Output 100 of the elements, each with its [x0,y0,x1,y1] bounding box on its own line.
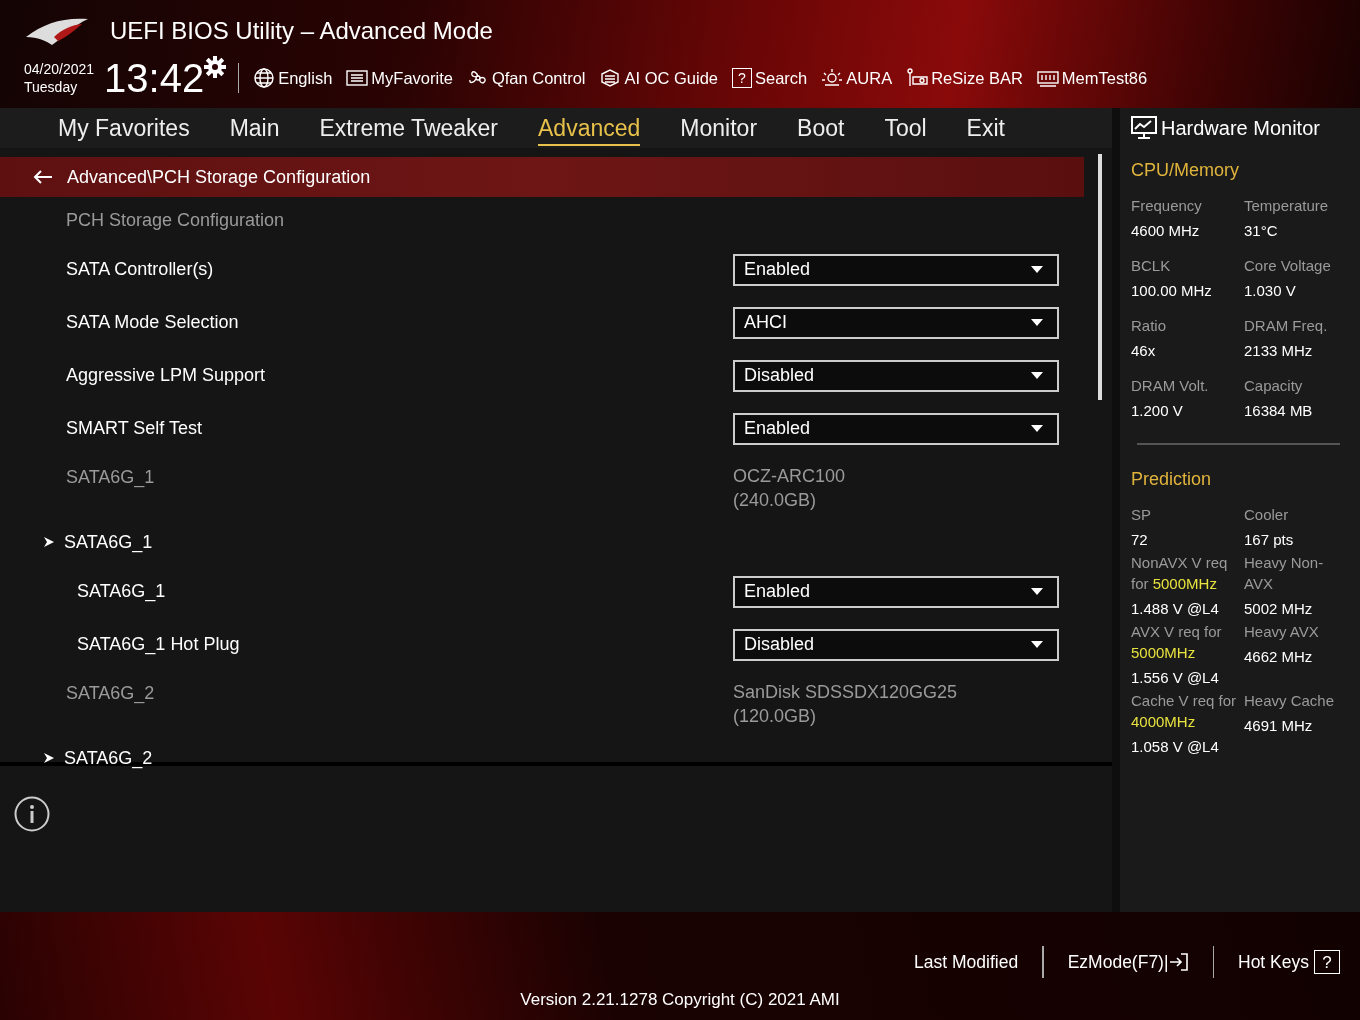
metric-value: 100.00 MHz [1131,282,1213,299]
submenu-link[interactable]: SATA6G_2 [44,747,153,769]
date-text: 04/20/2021 [24,60,95,78]
metric-value: 4691 MHz [1244,717,1314,734]
metric-value: 1.058 V @L4 [1131,738,1220,755]
day-text: Tuesday [24,78,79,96]
menu-tab[interactable]: Exit [966,110,1005,146]
caret-icon [1031,425,1043,432]
metric-label: AVX V req for 5000MHz [1131,622,1223,663]
version-text: Version 2.21.1278 Copyright (C) 2021 AMI [520,990,840,1010]
caret-icon [1031,372,1043,379]
setting-label: Aggressive LPM Support [66,365,267,386]
toolbar-button[interactable]: Qfan Control [466,68,586,88]
metric-value: 16384 MB [1244,402,1314,419]
menu-tab[interactable]: My Favorites [58,110,190,146]
menu-tab[interactable]: Extreme Tweaker [319,110,499,146]
caret-icon [1031,319,1043,326]
setting-label: SATA Mode Selection [66,312,240,333]
toolbar-button[interactable]: MemTest86 [1036,68,1148,88]
caret-icon [1031,588,1043,595]
metric-value: 4662 MHz [1244,648,1314,665]
metric-label: Cache V req for 4000MHz [1131,691,1237,732]
menu-tab[interactable]: Boot [797,110,845,146]
setting-label: SATA6G_1 Hot Plug [77,634,241,655]
metric-label: Frequency [1131,196,1203,216]
metric-value: 1.556 V @L4 [1131,669,1220,686]
drive-info: (120.0GB) [733,705,818,728]
ez-mode-button[interactable]: EzMode(F7)| [1067,951,1189,973]
hot-keys-button[interactable]: Hot Keys ? [1238,950,1340,974]
toolbar-button[interactable]: AURA [821,68,893,88]
setting-label: SATA6G_1 [66,467,156,488]
drive-info: SanDisk SDSSDX120GG25 [733,681,959,704]
metric-label: Cooler [1244,505,1290,525]
list-icon [346,68,369,88]
memory-icon [1036,68,1059,88]
setting-label: SMART Self Test [66,418,204,439]
breadcrumb-bar[interactable]: Advanced\PCH Storage Configuration [0,157,1084,197]
metric-value: 167 pts [1244,531,1295,548]
metric-label: BCLK [1131,256,1172,276]
metric-value: 72 [1131,531,1149,548]
metric-label: Ratio [1131,316,1168,336]
metric-label: SP [1131,505,1152,525]
menu-tab[interactable]: Advanced [538,110,641,146]
metric-value: 4600 MHz [1131,222,1201,239]
drive-info: (240.0GB) [733,489,818,512]
scrollbar[interactable] [1098,154,1102,400]
back-arrow-icon [33,169,53,185]
exit-icon [1168,952,1189,972]
section-title: Prediction [1131,469,1213,490]
last-modified-button[interactable]: Last Modified [914,951,1019,973]
metric-value: 2133 MHz [1244,342,1314,359]
dropdown[interactable]: Enabled [733,253,1059,286]
metric-value: 1.488 V @L4 [1131,600,1220,617]
metric-label: Heavy AVX [1244,622,1320,642]
dropdown[interactable]: Enabled [733,412,1059,445]
caret-icon [1031,641,1043,648]
dropdown[interactable]: Disabled [733,359,1059,392]
toolbar-button[interactable]: ? Search [732,68,808,88]
section-heading: PCH Storage Configuration [66,209,285,231]
arrow-icon [44,537,54,547]
metric-label: Heavy Non-AVX [1244,553,1325,594]
info-icon [14,796,50,832]
metric-label: DRAM Freq. [1244,316,1329,336]
metric-value: 1.030 V [1244,282,1297,299]
menu-tab[interactable]: Tool [884,110,927,146]
metric-label: Temperature [1244,196,1330,216]
toolbar-button[interactable]: ReSize BAR [906,68,1023,88]
arrow-icon [44,753,54,763]
menu-tab[interactable]: Monitor [680,110,758,146]
metric-label: DRAM Volt. [1131,376,1210,396]
sun-icon [821,68,844,88]
dropdown[interactable]: Enabled [733,575,1059,608]
card-icon [906,68,929,88]
toolbar-button[interactable]: AI OC Guide [599,68,718,88]
panel-title: Hardware Monitor [1161,116,1320,140]
toolbar-button[interactable]: English [253,68,333,88]
caret-icon [1031,266,1043,273]
metric-value: 5002 MHz [1244,600,1314,617]
globe-icon [253,68,276,88]
metric-value: 31°C [1244,222,1279,239]
chip-icon [599,68,622,88]
submenu-link[interactable]: SATA6G_1 [44,531,153,553]
metric-label: Capacity [1244,376,1304,396]
setting-label: SATA Controller(s) [66,259,215,280]
toolbar-button[interactable]: MyFavorite [346,68,453,88]
settings-icon[interactable] [204,56,227,78]
monitor-icon [1131,116,1157,140]
section-title: CPU/Memory [1131,160,1240,181]
setting-label: SATA6G_1 [77,581,167,602]
metric-label: Heavy Cache [1244,691,1336,711]
dropdown[interactable]: AHCI [733,306,1059,339]
menu-tab[interactable]: Main [229,110,280,146]
dropdown[interactable]: Disabled [733,628,1059,661]
metric-value: 1.200 V [1131,402,1184,419]
setting-label: SATA6G_2 [66,683,156,704]
metric-label: NonAVX V req for 5000MHz [1131,553,1229,594]
metric-value: 46x [1131,342,1157,359]
metric-label: Core Voltage [1244,256,1332,276]
clock-time: 13:42 [104,56,205,100]
window-title: UEFI BIOS Utility – Advanced Mode [110,17,493,45]
